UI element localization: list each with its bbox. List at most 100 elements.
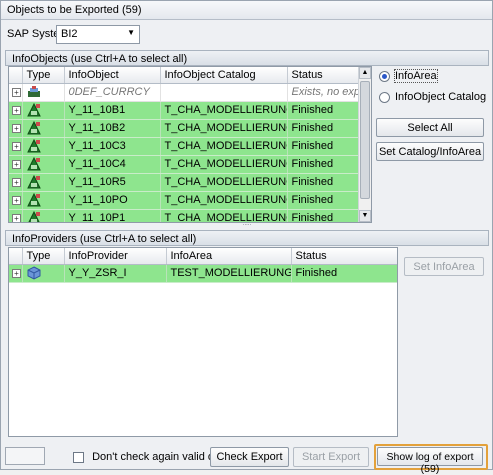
splitter-handle[interactable]: .....	[5, 221, 489, 228]
row-expander[interactable]: +	[9, 264, 23, 283]
col-type[interactable]: Type	[22, 67, 65, 84]
infoobject-row[interactable]: + Y_11_10C3 T_CHA_MODELLIERUNG Finished	[9, 137, 361, 156]
infoobjects-scrollbar[interactable]: ▲ ▼	[358, 67, 371, 222]
row-expander[interactable]: +	[9, 101, 23, 120]
infoobjects-grid[interactable]: Type InfoObject InfoObject Catalog Statu…	[8, 66, 372, 223]
infoobject-row[interactable]: + Y_11_10B1 T_CHA_MODELLIERUNG Finished	[9, 101, 361, 120]
set-infoarea-button[interactable]: Set InfoArea	[404, 257, 484, 276]
status-field	[5, 447, 45, 465]
sap-system-select[interactable]: BI2 ▼	[56, 25, 140, 44]
row-expander[interactable]: +	[9, 191, 23, 210]
row-catalog: T_CHA_MODELLIERUNG	[160, 119, 288, 138]
infoobject-row[interactable]: +0DEF_CURRCY Exists, no export	[9, 83, 361, 102]
col-spacer	[9, 248, 23, 265]
row-status: Finished	[287, 173, 361, 192]
row-catalog: T_CHA_MODELLIERUNG	[160, 173, 288, 192]
col-infoobject[interactable]: InfoObject	[64, 67, 161, 84]
row-type	[22, 137, 65, 156]
show-log-button[interactable]: Show log of export (59)	[377, 447, 483, 475]
row-infoobject: Y_11_10C4	[64, 155, 161, 174]
row-catalog	[160, 83, 288, 102]
expand-icon[interactable]: +	[12, 268, 21, 278]
radio-button[interactable]	[379, 91, 390, 103]
radio-group: InfoArea InfoObject Catalog	[379, 69, 486, 103]
row-type	[22, 119, 65, 138]
row-expander[interactable]: +	[9, 83, 23, 102]
row-status: Finished	[287, 119, 361, 138]
row-status: Exists, no export	[287, 83, 361, 102]
col-infoarea[interactable]: InfoArea	[166, 248, 292, 265]
characteristic-icon	[26, 121, 41, 135]
row-infoobject: 0DEF_CURRCY	[64, 83, 161, 102]
row-status: Finished	[287, 209, 361, 222]
row-infoprovider: Y_Y_ZSR_I	[64, 264, 167, 283]
col-type[interactable]: Type	[22, 248, 65, 265]
expand-icon[interactable]: +	[12, 123, 21, 133]
expand-icon[interactable]: +	[12, 177, 21, 187]
expand-icon[interactable]: +	[12, 213, 21, 222]
row-type	[22, 155, 65, 174]
infoprovider-row[interactable]: + Y_Y_ZSR_I TEST_MODELLIERUNG Finished	[9, 264, 397, 283]
row-infoobject: Y_11_10C3	[64, 137, 161, 156]
characteristic-icon	[26, 139, 41, 153]
select-all-button[interactable]: Select All	[376, 118, 484, 137]
expand-icon[interactable]: +	[12, 141, 21, 151]
row-catalog: T_CHA_MODELLIERUNG	[160, 191, 288, 210]
col-infoprovider[interactable]: InfoProvider	[64, 248, 167, 265]
row-type	[22, 264, 65, 283]
currency-icon	[27, 86, 41, 98]
radio-label-catalog: InfoObject Catalog	[395, 91, 487, 103]
col-catalog[interactable]: InfoObject Catalog	[160, 67, 288, 84]
row-catalog: T_CHA_MODELLIERUNG	[160, 209, 288, 222]
radio-catalog[interactable]: InfoObject Catalog	[379, 91, 486, 103]
radio-infoarea[interactable]: InfoArea	[379, 69, 486, 83]
row-expander[interactable]: +	[9, 119, 23, 138]
check-export-button[interactable]: Check Export	[210, 447, 289, 467]
row-expander[interactable]: +	[9, 173, 23, 192]
row-status: Finished	[287, 191, 361, 210]
expand-icon[interactable]: +	[12, 195, 21, 205]
start-export-button[interactable]: Start Export	[293, 447, 369, 467]
row-type	[22, 209, 65, 222]
expand-icon[interactable]: +	[12, 87, 21, 97]
row-status: Finished	[287, 155, 361, 174]
infoobject-row[interactable]: + Y_11_10C4 T_CHA_MODELLIERUNG Finished	[9, 155, 361, 174]
row-infoarea: TEST_MODELLIERUNG	[166, 264, 292, 283]
row-catalog: T_CHA_MODELLIERUNG	[160, 101, 288, 120]
row-catalog: T_CHA_MODELLIERUNG	[160, 137, 288, 156]
row-infoobject: Y_11_10B1	[64, 101, 161, 120]
characteristic-icon	[27, 211, 41, 222]
infoproviders-header: InfoProviders (use Ctrl+A to select all)	[5, 230, 489, 246]
expand-icon[interactable]: +	[12, 105, 21, 115]
dont-check-checkbox[interactable]	[73, 451, 84, 463]
row-type	[22, 101, 65, 120]
dropdown-arrow-icon: ▼	[127, 28, 135, 37]
row-status: Finished	[287, 101, 361, 120]
row-type	[22, 191, 65, 210]
scroll-down-icon[interactable]: ▼	[359, 210, 371, 222]
row-infoobject: Y_11_10B2	[64, 119, 161, 138]
radio-button[interactable]	[379, 70, 390, 82]
row-infoobject: Y_11_10P1	[64, 209, 161, 222]
infoobject-row[interactable]: + Y_11_10B2 T_CHA_MODELLIERUNG Finished	[9, 119, 361, 138]
col-status[interactable]: Status	[291, 248, 397, 265]
characteristic-icon	[26, 103, 41, 117]
radio-label-infoarea: InfoArea	[394, 69, 438, 83]
row-type	[22, 173, 65, 192]
infoobject-row[interactable]: + Y_11_10PO T_CHA_MODELLIERUNG Finished	[9, 191, 361, 210]
infoobject-row[interactable]: + Y_11_10P1 T_CHA_MODELLIERUNG Finished	[9, 209, 361, 222]
infoobject-row[interactable]: + Y_11_10R5 T_CHA_MODELLIERUNG Finished	[9, 173, 361, 192]
row-expander[interactable]: +	[9, 209, 23, 222]
infocube-icon	[27, 266, 41, 280]
row-status: Finished	[287, 137, 361, 156]
set-catalog-infoarea-button[interactable]: Set Catalog/InfoArea	[376, 142, 484, 161]
expand-icon[interactable]: +	[12, 159, 21, 169]
row-expander[interactable]: +	[9, 155, 23, 174]
col-status[interactable]: Status	[287, 67, 361, 84]
row-infoobject: Y_11_10PO	[64, 191, 161, 210]
infoproviders-grid[interactable]: Type InfoProvider InfoArea Status + Y_Y_Z…	[8, 247, 398, 437]
infoobjects-header: InfoObjects (use Ctrl+A to select all)	[5, 50, 489, 66]
scroll-up-icon[interactable]: ▲	[359, 67, 371, 79]
row-expander[interactable]: +	[9, 137, 23, 156]
scroll-thumb[interactable]	[360, 81, 370, 199]
